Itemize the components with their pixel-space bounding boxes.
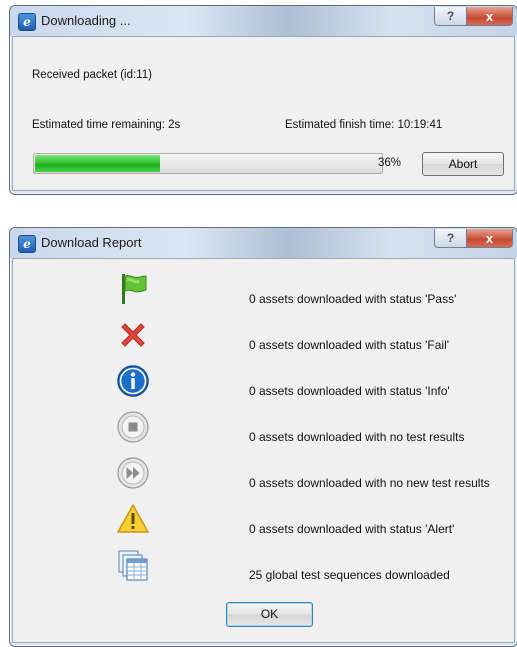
downloading-client-area: Received packet (id:11) Estimated time r… <box>12 36 515 191</box>
progress-percent: 36% <box>378 157 402 169</box>
progress-fill <box>35 155 161 172</box>
status-text: Received packet (id:11) <box>32 69 152 81</box>
window-title: Download Report <box>41 235 142 250</box>
info-icon <box>117 365 149 397</box>
app-logo-icon: e <box>18 235 36 253</box>
help-button[interactable]: ? <box>434 229 467 248</box>
report-row-text: 0 assets downloaded with status 'Fail' <box>249 338 450 352</box>
report-row-text: 0 assets downloaded with no test results <box>249 430 465 444</box>
time-remaining-text: Estimated time remaining: 2s <box>32 119 181 131</box>
close-button[interactable]: x <box>466 229 513 248</box>
test-sequences-icon <box>118 550 148 581</box>
app-logo-icon: e <box>18 13 36 31</box>
ok-button[interactable]: OK <box>226 602 313 627</box>
report-row-text: 0 assets downloaded with status 'Pass' <box>249 292 457 306</box>
report-row-text: 0 assets downloaded with status 'Info' <box>249 384 450 398</box>
help-button[interactable]: ? <box>434 7 467 26</box>
report-row-text: 0 assets downloaded with status 'Alert' <box>249 522 455 536</box>
finish-time-text: Estimated finish time: 10:19:41 <box>285 119 443 131</box>
report-window: e Download Report ? x 0 assets downloade… <box>9 227 517 647</box>
abort-button[interactable]: Abort <box>422 152 504 176</box>
red-x-icon <box>121 323 145 347</box>
window-title: Downloading ... <box>41 13 131 28</box>
download-progress-bar <box>33 153 383 174</box>
green-flag-icon <box>122 274 147 304</box>
downloading-window: e Downloading ... ? x Received packet (i… <box>9 5 517 195</box>
stop-circle-icon <box>117 411 149 443</box>
close-button[interactable]: x <box>466 7 513 26</box>
fast-forward-circle-icon <box>117 457 149 489</box>
report-row-text: 0 assets downloaded with no new test res… <box>249 476 490 490</box>
report-row-text: 25 global test sequences downloaded <box>249 568 450 582</box>
warning-icon <box>117 504 149 533</box>
report-client-area: 0 assets downloaded with status 'Pass' 0… <box>12 258 515 643</box>
